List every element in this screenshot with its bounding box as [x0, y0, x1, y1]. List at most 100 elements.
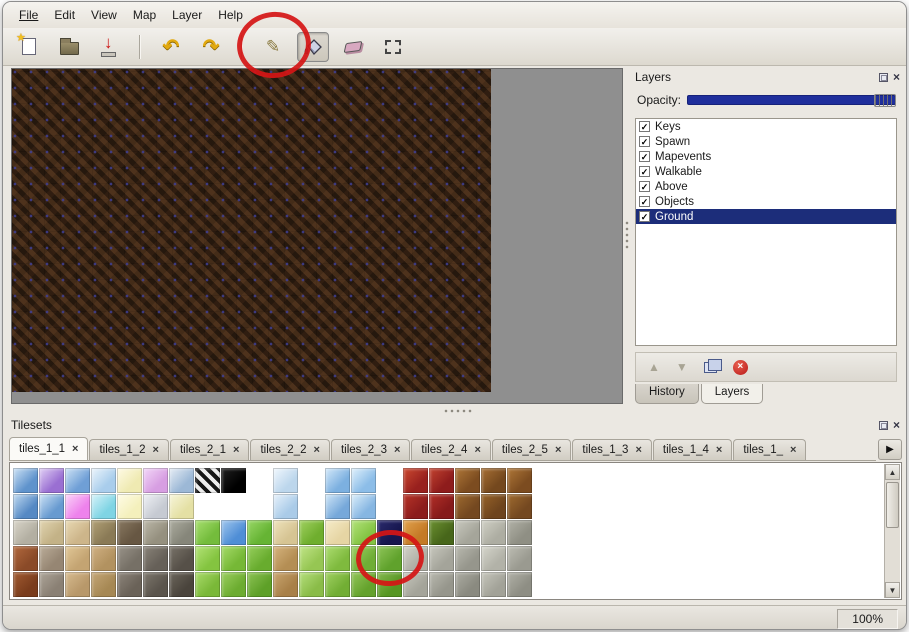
tileset-tile-r3-c12[interactable]: [299, 520, 324, 545]
tileset-tile-r4-c15[interactable]: [377, 546, 402, 571]
tab-close-icon[interactable]: ×: [716, 445, 722, 456]
tileset-tile-r2-c15[interactable]: [377, 494, 402, 519]
opacity-slider-handle[interactable]: [874, 94, 896, 107]
tileset-tile-r5-c13[interactable]: [325, 572, 350, 597]
tileset-tile-r4-c3[interactable]: [65, 546, 90, 571]
tileset-tile-r1-c21[interactable]: [533, 468, 558, 493]
tileset-tile-r2-c9[interactable]: [221, 494, 246, 519]
tileset-tile-r4-c11[interactable]: [273, 546, 298, 571]
tileset-scrollbar[interactable]: ▲ ▼: [884, 464, 900, 598]
tileset-tile-r4-c19[interactable]: [481, 546, 506, 571]
layer-visibility-checkbox[interactable]: ✓: [639, 121, 650, 132]
menu-layer[interactable]: Layer: [164, 5, 210, 25]
tileset-tab-tiles_1_[interactable]: tiles_1_×: [733, 439, 806, 460]
tileset-tile-r2-c11[interactable]: [273, 494, 298, 519]
layer-visibility-checkbox[interactable]: ✓: [639, 211, 650, 222]
layer-row-objects[interactable]: ✓Objects: [636, 194, 896, 209]
tileset-tile-r4-c4[interactable]: [91, 546, 116, 571]
tileset-tile-r2-c21[interactable]: [533, 494, 558, 519]
tileset-tile-r2-c1[interactable]: [13, 494, 38, 519]
tileset-tab-tiles_1_4[interactable]: tiles_1_4×: [653, 439, 732, 460]
tileset-tile-r1-c17[interactable]: [429, 468, 454, 493]
pen-tool-button[interactable]: ✎: [257, 32, 289, 62]
dock-tab-history[interactable]: History: [635, 384, 699, 404]
tileset-tile-r1-c5[interactable]: [117, 468, 142, 493]
opacity-slider[interactable]: [687, 95, 896, 105]
menu-map[interactable]: Map: [125, 5, 164, 25]
tileset-tab-tiles_2_4[interactable]: tiles_2_4×: [411, 439, 490, 460]
tileset-tile-r3-c3[interactable]: [65, 520, 90, 545]
tileset-tile-r1-c16[interactable]: [403, 468, 428, 493]
layer-visibility-checkbox[interactable]: ✓: [639, 181, 650, 192]
tileset-tab-tiles_1_2[interactable]: tiles_1_2×: [89, 439, 168, 460]
tileset-tile-r1-c10[interactable]: [247, 468, 272, 493]
tab-close-icon[interactable]: ×: [555, 445, 561, 456]
tileset-tile-r5-c19[interactable]: [481, 572, 506, 597]
layer-visibility-checkbox[interactable]: ✓: [639, 166, 650, 177]
tileset-tile-r4-c9[interactable]: [221, 546, 246, 571]
tileset-tile-r2-c7[interactable]: [169, 494, 194, 519]
float-panel-icon[interactable]: [879, 73, 888, 82]
menu-file[interactable]: File: [11, 5, 46, 25]
tileset-tile-r3-c2[interactable]: [39, 520, 64, 545]
tileset-tile-r5-c2[interactable]: [39, 572, 64, 597]
tileset-tile-r4-c5[interactable]: [117, 546, 142, 571]
menu-help[interactable]: Help: [210, 5, 251, 25]
tileset-tile-r4-c12[interactable]: [299, 546, 324, 571]
tileset-tile-r3-c16[interactable]: [403, 520, 428, 545]
tileset-tile-r2-c13[interactable]: [325, 494, 350, 519]
tileset-tile-r4-c20[interactable]: [507, 546, 532, 571]
tileset-tile-r2-c16[interactable]: [403, 494, 428, 519]
tileset-tile-r2-c4[interactable]: [91, 494, 116, 519]
fill-tool-button[interactable]: [297, 32, 329, 62]
tileset-tile-r1-c8[interactable]: [195, 468, 220, 493]
close-panel-icon[interactable]: ×: [893, 420, 900, 430]
tileset-tile-r2-c10[interactable]: [247, 494, 272, 519]
tileset-tile-r3-c5[interactable]: [117, 520, 142, 545]
tileset-tile-r4-c14[interactable]: [351, 546, 376, 571]
tileset-tab-tiles_2_5[interactable]: tiles_2_5×: [492, 439, 571, 460]
tileset-tile-r3-c21[interactable]: [533, 520, 558, 545]
layer-row-ground[interactable]: ✓Ground: [636, 209, 896, 224]
eraser-tool-button[interactable]: [337, 32, 369, 62]
tileset-tile-r4-c2[interactable]: [39, 546, 64, 571]
tileset-tile-r5-c5[interactable]: [117, 572, 142, 597]
new-file-button[interactable]: ★: [13, 32, 45, 62]
tileset-tile-r5-c20[interactable]: [507, 572, 532, 597]
tileset-tile-r5-c15[interactable]: [377, 572, 402, 597]
tileset-tab-tiles_2_2[interactable]: tiles_2_2×: [250, 439, 329, 460]
layer-row-keys[interactable]: ✓Keys: [636, 119, 896, 134]
tileset-tile-r3-c10[interactable]: [247, 520, 272, 545]
menu-edit[interactable]: Edit: [46, 5, 83, 25]
tileset-tile-r2-c5[interactable]: [117, 494, 142, 519]
horizontal-splitter[interactable]: [7, 406, 904, 415]
float-panel-icon[interactable]: [879, 421, 888, 430]
tileset-tile-r3-c17[interactable]: [429, 520, 454, 545]
tileset-tile-r2-c6[interactable]: [143, 494, 168, 519]
select-tool-button[interactable]: [377, 32, 409, 62]
tileset-tile-r2-c12[interactable]: [299, 494, 324, 519]
tab-close-icon[interactable]: ×: [635, 445, 641, 456]
scroll-down-icon[interactable]: ▼: [885, 582, 900, 598]
tileset-tile-r3-c6[interactable]: [143, 520, 168, 545]
tileset-tile-r4-c10[interactable]: [247, 546, 272, 571]
tileset-tile-r3-c8[interactable]: [195, 520, 220, 545]
tileset-tile-r5-c8[interactable]: [195, 572, 220, 597]
scrollbar-thumb[interactable]: [886, 482, 899, 528]
tileset-tile-r5-c16[interactable]: [403, 572, 428, 597]
tab-close-icon[interactable]: ×: [314, 445, 320, 456]
tileset-tile-r4-c21[interactable]: [533, 546, 558, 571]
tab-close-icon[interactable]: ×: [72, 444, 78, 455]
scroll-up-icon[interactable]: ▲: [885, 464, 900, 480]
tileset-tile-r4-c16[interactable]: [403, 546, 428, 571]
tileset-tile-r1-c20[interactable]: [507, 468, 532, 493]
tab-close-icon[interactable]: ×: [394, 445, 400, 456]
tileset-tile-r1-c19[interactable]: [481, 468, 506, 493]
tileset-tile-r2-c20[interactable]: [507, 494, 532, 519]
tileset-tab-tiles_2_1[interactable]: tiles_2_1×: [170, 439, 249, 460]
tab-close-icon[interactable]: ×: [153, 445, 159, 456]
tileset-tile-r3-c1[interactable]: [13, 520, 38, 545]
tileset-tile-r4-c7[interactable]: [169, 546, 194, 571]
delete-layer-button[interactable]: ×: [733, 360, 748, 375]
layer-row-mapevents[interactable]: ✓Mapevents: [636, 149, 896, 164]
